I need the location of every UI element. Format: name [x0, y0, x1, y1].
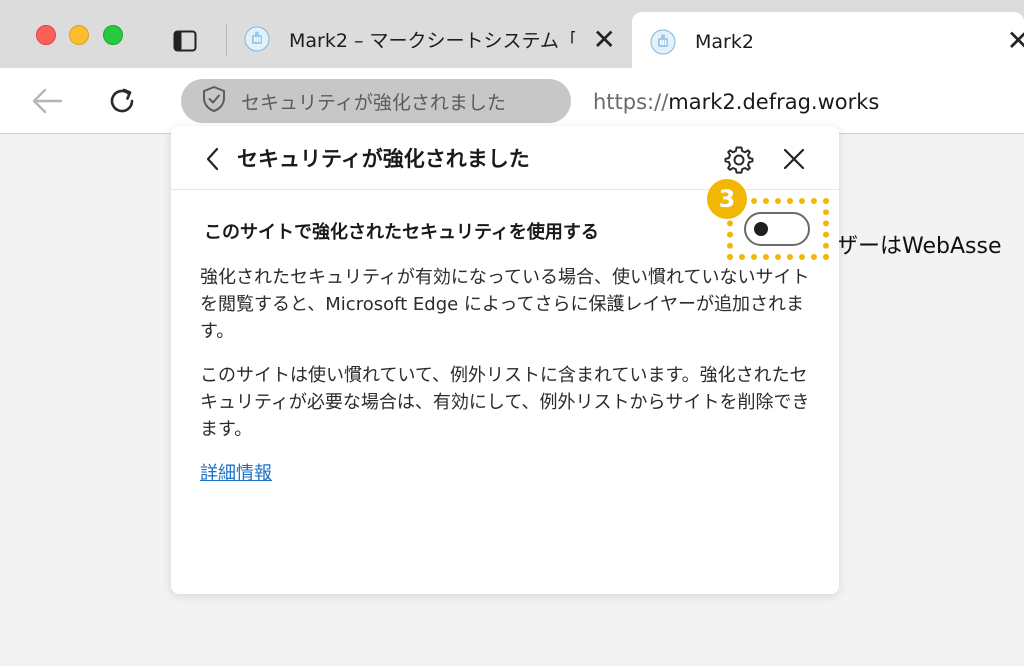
enhanced-security-toggle[interactable] — [744, 212, 810, 246]
tab-separator — [226, 24, 227, 56]
tab-close-icon[interactable]: ✕ — [1007, 27, 1024, 55]
tab-title: Mark2 – マークシートシステム「! — [289, 29, 575, 52]
tab-strip: Mark2 – マークシートシステム「! ✕ Mark2 ✕ — [0, 0, 1024, 72]
security-indicator-label: セキュリティが強化されました — [241, 91, 506, 114]
panel-header: セキュリティが強化されました — [171, 126, 839, 190]
window-minimize-button[interactable] — [69, 25, 89, 45]
arrow-left-icon[interactable] — [30, 86, 64, 116]
address-toolbar: セキュリティが強化されました https://mark2.defrag.work… — [0, 68, 1024, 134]
step-number-badge: 3 — [707, 179, 747, 219]
mark2-favicon-icon — [650, 29, 676, 55]
refresh-icon[interactable] — [106, 84, 140, 118]
tab-close-icon[interactable]: ✕ — [593, 26, 616, 54]
enhanced-security-panel: セキュリティが強化されました このサイトで強化されたセキュリティを使用する 3 … — [171, 126, 839, 594]
learn-more-link[interactable]: 詳細情報 — [200, 459, 272, 485]
url-scheme: https:// — [593, 90, 669, 114]
window-zoom-button[interactable] — [103, 25, 123, 45]
gear-icon[interactable] — [723, 144, 755, 176]
chevron-left-icon[interactable] — [203, 146, 223, 172]
tab-title: Mark2 — [695, 31, 754, 53]
address-url[interactable]: https://mark2.defrag.works — [593, 90, 879, 114]
description-paragraph: 強化されたセキュリティが有効になっている場合、使い慣れていないサイトを閲覧すると… — [200, 267, 810, 342]
url-host: mark2.defrag.works — [668, 90, 880, 114]
exception-paragraph: このサイトは使い慣れていて、例外リストに含まれています。強化されたセキュリティが… — [200, 365, 810, 440]
tab-mark2-system[interactable]: Mark2 – マークシートシステム「! ✕ — [232, 10, 632, 68]
tab-mark2-active[interactable]: Mark2 ✕ — [632, 12, 1024, 72]
window-close-button[interactable] — [36, 25, 56, 45]
toggle-label: このサイトで強化されたセキュリティを使用する — [204, 222, 599, 243]
page-partial-text: ザーはWebAsse — [836, 234, 1002, 259]
panel-title: セキュリティが強化されました — [237, 147, 530, 171]
tab-actions-icon[interactable] — [173, 30, 197, 52]
toggle-knob — [754, 222, 768, 236]
security-indicator-button[interactable]: セキュリティが強化されました — [181, 79, 571, 123]
mark2-favicon-icon — [244, 26, 270, 52]
close-icon[interactable] — [781, 146, 807, 172]
shield-check-icon — [201, 85, 227, 117]
